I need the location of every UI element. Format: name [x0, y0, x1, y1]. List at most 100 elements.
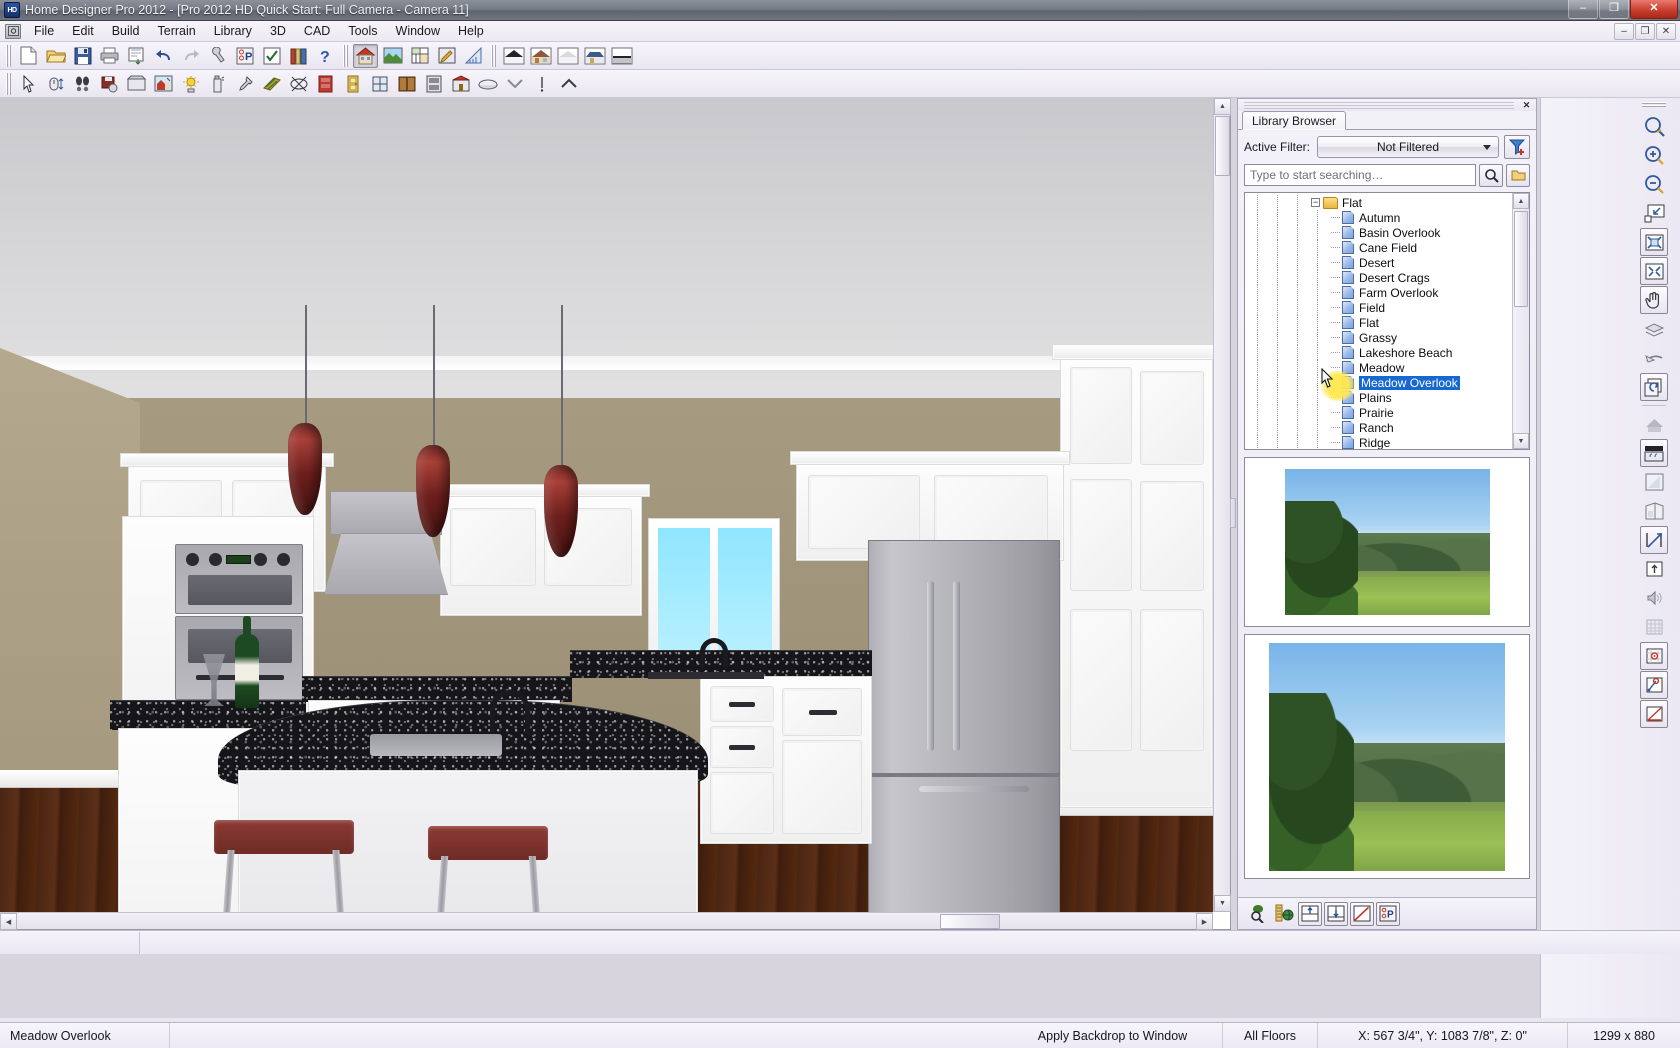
full-camera-icon[interactable]	[1640, 410, 1668, 438]
toolbar-grip-2[interactable]	[342, 45, 349, 67]
tab-library-browser[interactable]: Library Browser	[1242, 111, 1346, 130]
tree-node[interactable]: Desert Crags	[1245, 270, 1512, 285]
tree-node[interactable]: Ranch	[1245, 420, 1512, 435]
print-setup-icon[interactable]	[124, 44, 149, 68]
window-icon[interactable]	[367, 72, 392, 96]
tree-node[interactable]: Ridge	[1245, 435, 1512, 449]
chevron-down-icon[interactable]	[502, 72, 527, 96]
tree-scroll-up-arrow[interactable]: ▲	[1513, 193, 1529, 209]
doll-house-icon[interactable]	[1640, 497, 1668, 525]
undo-zoom-icon[interactable]	[1640, 344, 1668, 372]
cabinet-icon[interactable]	[394, 72, 419, 96]
plan-check-icon[interactable]: P	[232, 44, 257, 68]
materials-list-icon[interactable]	[259, 44, 284, 68]
sound-icon[interactable]	[1640, 584, 1668, 612]
search-icon[interactable]	[1479, 164, 1503, 187]
camera-toolbar-grip[interactable]	[5, 73, 12, 95]
mdi-minimize-button[interactable]: –	[1614, 23, 1634, 40]
minimize-button[interactable]: –	[1568, 0, 1598, 19]
search-library-icon[interactable]	[1246, 902, 1270, 926]
tree-node[interactable]: Meadow	[1245, 360, 1512, 375]
menu-tools[interactable]: Tools	[339, 21, 386, 41]
help-icon[interactable]: ?	[313, 44, 338, 68]
mouse-orbit-icon[interactable]	[43, 72, 68, 96]
viewport-horizontal-scrollbar[interactable]: ◀ ▶	[0, 912, 1213, 929]
undo-icon[interactable]	[151, 44, 176, 68]
tree-node[interactable]: Cane Field	[1245, 240, 1512, 255]
zoom-icon[interactable]	[1640, 112, 1668, 140]
menu-help[interactable]: Help	[449, 21, 493, 41]
horizontal-scroll-thumb[interactable]	[940, 914, 1000, 929]
save-camera-icon[interactable]	[97, 72, 122, 96]
island-faucet[interactable]	[490, 690, 530, 734]
floor-plan-icon[interactable]	[407, 44, 432, 68]
plan-preview-icon[interactable]: P	[1376, 902, 1400, 926]
open-plan-icon[interactable]	[43, 44, 68, 68]
place-angle-icon[interactable]	[1350, 902, 1374, 926]
appliance-icon[interactable]	[421, 72, 446, 96]
search-input[interactable]	[1244, 164, 1476, 186]
place-wall-icon[interactable]	[1298, 902, 1322, 926]
glass-house-icon[interactable]	[1640, 468, 1668, 496]
tree-node[interactable]: Basin Overlook	[1245, 225, 1512, 240]
scroll-up-arrow[interactable]: ▲	[1214, 98, 1231, 115]
toolbar-grip[interactable]	[5, 45, 12, 67]
layers-icon[interactable]	[1640, 315, 1668, 343]
range-hood-canopy[interactable]	[324, 533, 448, 595]
menu-build[interactable]: Build	[103, 21, 149, 41]
sun-angle-icon[interactable]	[178, 72, 203, 96]
tree-node-selected[interactable]: Meadow Overlook	[1245, 375, 1512, 390]
material-painter-spray-icon[interactable]	[205, 72, 230, 96]
room-icon[interactable]	[448, 72, 473, 96]
material-icon[interactable]	[259, 72, 284, 96]
eyedropper-icon[interactable]	[232, 72, 257, 96]
tree-scroll-down-arrow[interactable]: ▼	[1513, 433, 1529, 449]
island-sink[interactable]	[370, 734, 502, 756]
tree-vertical-scrollbar[interactable]: ▲ ▼	[1512, 193, 1529, 449]
wall-oven-upper[interactable]	[175, 544, 303, 614]
view-toolbar-grip[interactable]	[1642, 101, 1666, 108]
zoom-extents-icon[interactable]	[1640, 257, 1668, 285]
snap-grid-icon[interactable]	[1640, 642, 1668, 670]
tree-scroll-thumb[interactable]	[1514, 211, 1528, 307]
tree-node[interactable]: Field	[1245, 300, 1512, 315]
house-view-icon[interactable]	[151, 72, 176, 96]
refresh-display-icon[interactable]	[1640, 373, 1668, 401]
viewport-vertical-scrollbar[interactable]: ▲ ▼	[1213, 98, 1230, 912]
panel-splitter[interactable]	[1230, 498, 1236, 528]
maximize-button[interactable]: ❐	[1599, 0, 1629, 19]
tree-node[interactable]: Grassy	[1245, 330, 1512, 345]
door-icon[interactable]	[340, 72, 365, 96]
fill-window-building-icon[interactable]	[1640, 228, 1668, 256]
pan-hand-icon[interactable]	[1640, 286, 1668, 314]
menu-terrain[interactable]: Terrain	[149, 21, 205, 41]
library-browser-icon[interactable]	[286, 44, 311, 68]
up-one-floor-icon[interactable]	[1640, 555, 1668, 583]
chevron-up-icon[interactable]	[556, 72, 581, 96]
mdi-restore-button[interactable]: ❐	[1635, 23, 1655, 40]
save-icon[interactable]	[70, 44, 95, 68]
edit-area-icon[interactable]	[434, 44, 459, 68]
roof-gable-icon[interactable]	[501, 44, 526, 68]
menu-window[interactable]: Window	[387, 21, 449, 41]
roof-deck-icon[interactable]	[609, 44, 634, 68]
print-icon[interactable]	[97, 44, 122, 68]
upper-cabinet-center[interactable]	[440, 494, 642, 616]
mdi-close-button[interactable]: ✕	[1656, 23, 1676, 40]
folder-open-icon[interactable]	[1506, 164, 1530, 187]
tree-node[interactable]: Autumn	[1245, 210, 1512, 225]
menu-library[interactable]: Library	[205, 21, 261, 41]
delete-surface-icon[interactable]	[286, 72, 311, 96]
toolbar-grip-3[interactable]	[490, 45, 497, 67]
scroll-left-arrow[interactable]: ◀	[0, 913, 17, 930]
tree-node[interactable]: Farm Overlook	[1245, 285, 1512, 300]
roof-gambrel-icon[interactable]	[582, 44, 607, 68]
dimension-line-icon[interactable]	[1640, 526, 1668, 554]
angle-snap-icon[interactable]	[1640, 700, 1668, 728]
tree-node-root[interactable]: −Flat	[1245, 195, 1512, 210]
backdrop-icon[interactable]	[124, 72, 149, 96]
grid-icon[interactable]	[1640, 613, 1668, 641]
vertical-bar-icon[interactable]	[529, 72, 554, 96]
object-snap-icon[interactable]	[1640, 671, 1668, 699]
vertical-scroll-thumb[interactable]	[1215, 116, 1230, 176]
